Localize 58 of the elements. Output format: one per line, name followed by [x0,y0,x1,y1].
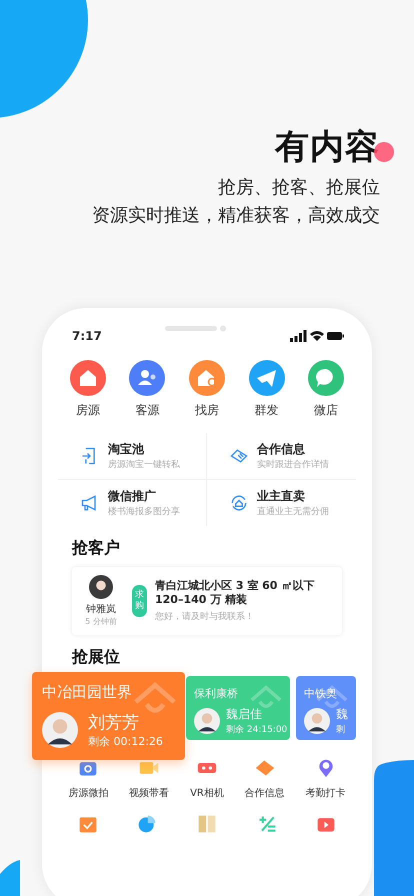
quick-action[interactable]: 微店 [308,360,344,419]
quick-action[interactable]: 群发 [248,360,285,419]
feature-title: 淘宝池 [108,441,145,458]
feature-title: 业主直卖 [257,488,306,505]
speaker-icon [164,325,227,333]
feature-title: 合作信息 [257,441,306,458]
request-tag: 求购 [132,585,147,617]
project-name: 中铁奥 [304,687,337,700]
house-icon [70,360,106,396]
remaining-time: 剩余 24:15:00 [226,724,288,736]
customer-card[interactable]: 钟雅岚 5 分钟前 求购 青白江城北小区 3 室 60 ㎡以下 120–140 万 精装 您好，请及时与我联系！ [72,567,342,635]
feature-subtitle: 实时跟进合作详情 [257,458,329,471]
quick-action[interactable]: 客源 [129,360,166,419]
remaining-time: 剩余 00:12:26 [88,734,163,749]
feature-title: 微信推广 [108,488,157,505]
tool-item[interactable]: 房源微拍 [68,758,108,800]
project-name: 保利康桥 [194,687,238,700]
agent-name: 魏 [336,706,348,723]
feature-item[interactable]: 淘宝池 房源淘宝一键转私 [58,433,207,480]
tool-item[interactable]: 考勤打卡 [306,758,346,800]
people-icon [129,360,166,396]
tool-item[interactable]: 合作信息 [244,758,285,800]
subtitle: 抢房、抢客、抢展位 [218,178,380,198]
request-message: 您好，请及时与我联系！ [155,610,255,623]
feature-subtitle: 直通业主无需分佣 [257,506,329,518]
avatar [304,708,330,734]
avatar [194,708,220,734]
customer-name: 钟雅岚 [86,602,116,616]
agent-name: 魏启佳 [226,706,263,723]
tool-item[interactable]: 视频带看 [129,758,170,800]
tool-item[interactable]: VR相机 [190,758,224,800]
status-icons [290,330,344,342]
decorative-shape [0,860,20,896]
chat-icon [308,360,344,396]
customer-time: 5 分钟前 [85,616,117,627]
feature-item[interactable]: 微信推广 楼书海报多图分享 [58,480,207,526]
plane-icon [248,360,285,396]
feature-subtitle: 楼书海报多图分享 [108,506,180,518]
avatar [89,575,113,599]
project-name: 中冶田园世界 [42,683,132,701]
request-text: 青白江城北小区 3 室 60 ㎡以下 120–140 万 精装 [155,579,316,607]
subtitle: 资源实时推送，精准获客，高效成交 [92,206,380,226]
quick-action[interactable]: 找房 [188,360,225,419]
cycle-icon [229,493,249,513]
plus-minus-icon[interactable] [256,814,277,834]
avatar [42,712,78,748]
section-title: 抢展位 [72,647,121,668]
headline: 有内容 [275,127,380,167]
feature-subtitle: 房源淘宝一键转私 [108,458,180,471]
feature-item[interactable]: 业主直卖 直通业主无需分佣 [207,480,356,526]
pie-icon[interactable] [137,814,158,834]
feature-item[interactable]: 合作信息 实时跟进合作详情 [207,433,356,480]
status-time: 7:17 [72,329,102,343]
remaining-time: 剩 [336,724,346,736]
section-title: 抢客户 [72,538,121,559]
quick-action[interactable]: 房源 [70,360,106,419]
search-house-icon [188,360,225,396]
agent-name: 刘芳芳 [88,712,140,734]
